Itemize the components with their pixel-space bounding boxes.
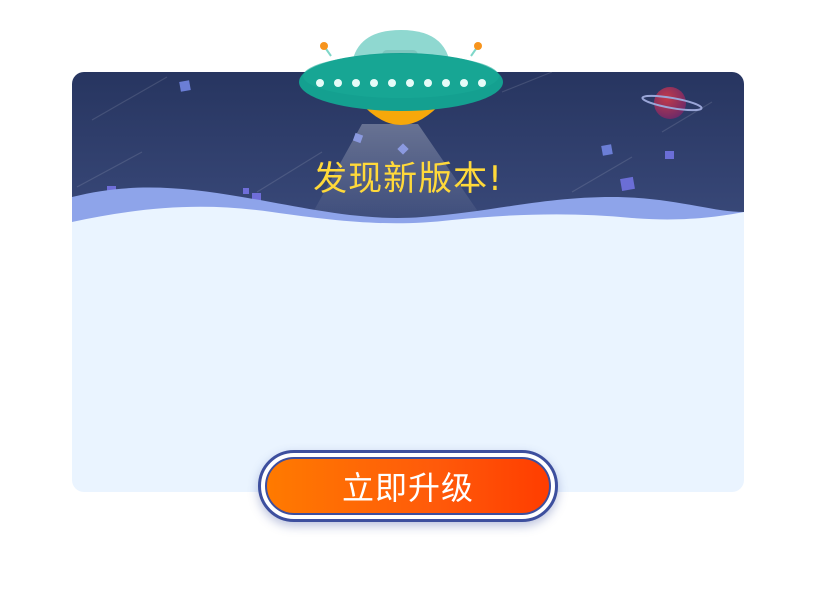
dialog-title: 发现新版本!: [313, 159, 503, 199]
update-modal-stage: 发现新版本! 立即升级: [0, 0, 816, 600]
upgrade-button-label: 立即升级: [341, 469, 474, 507]
upgrade-button-face[interactable]: 立即升级: [265, 457, 551, 515]
ufo-icon: [299, 30, 503, 125]
upgrade-now-button[interactable]: 立即升级: [258, 450, 558, 522]
